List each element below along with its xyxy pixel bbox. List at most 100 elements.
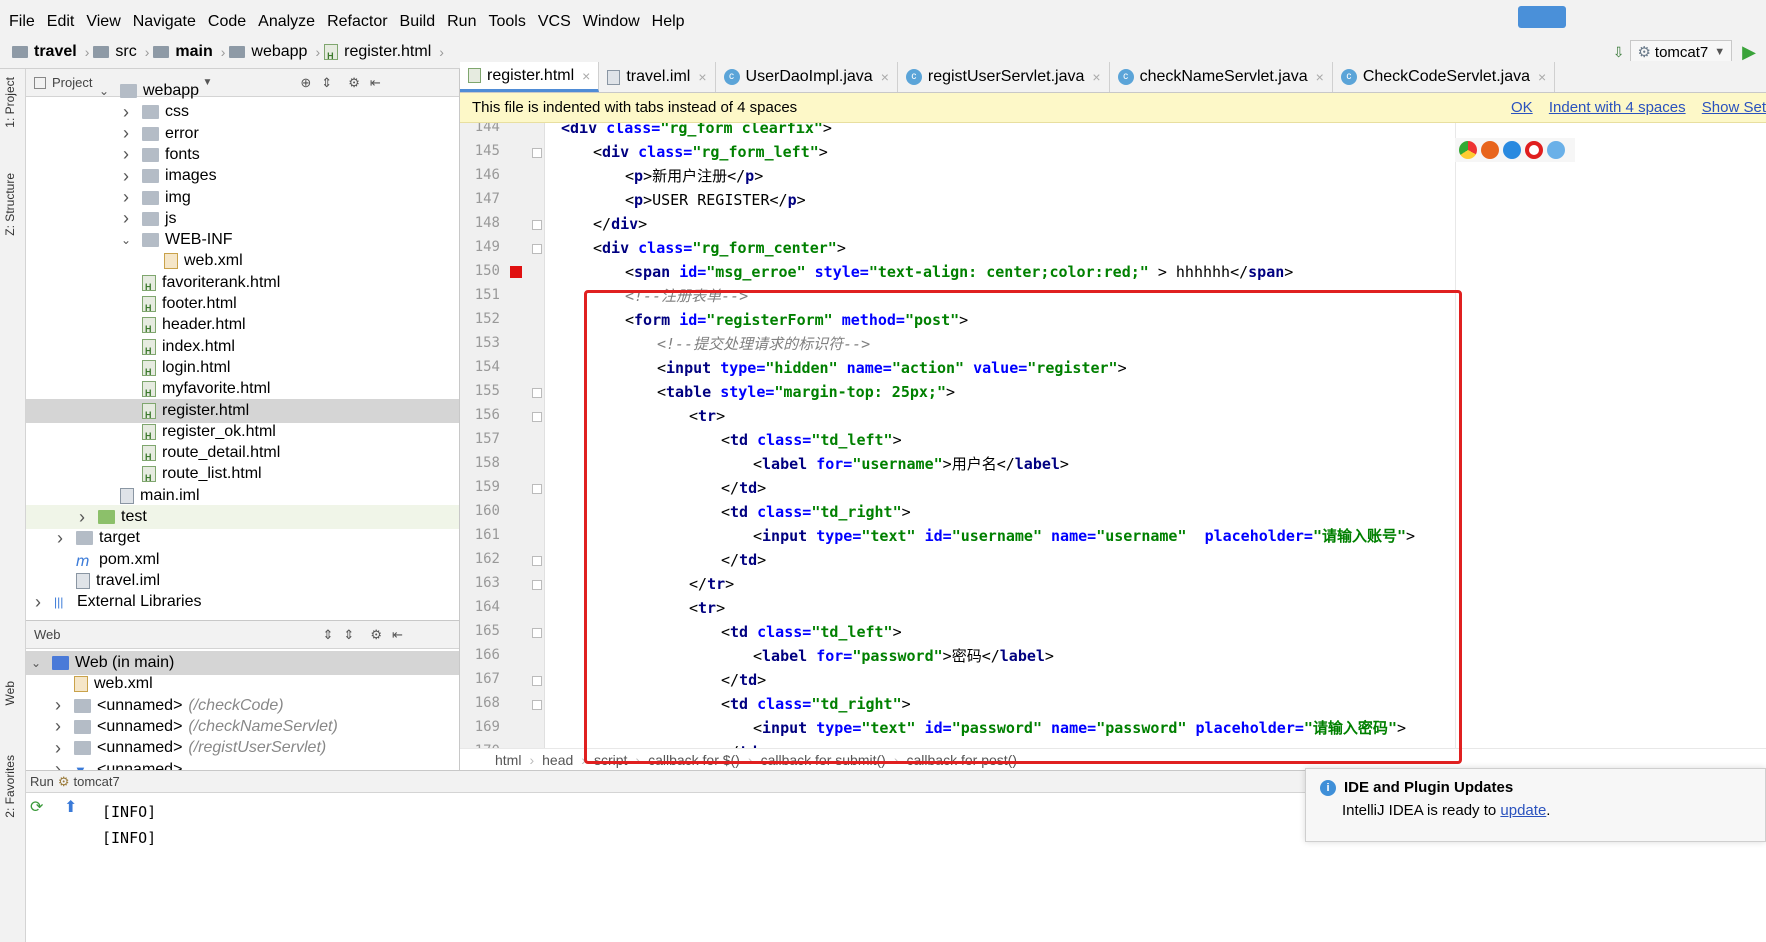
rerun-icon[interactable]: ⟳ [30, 797, 50, 817]
gear-icon[interactable]: ⚙ [370, 627, 382, 643]
fold-marker[interactable] [532, 244, 542, 254]
run-panel-label[interactable]: Run [30, 774, 54, 789]
breadcrumb-item[interactable]: webapp › [229, 43, 320, 61]
chevron-right-icon[interactable]: › [120, 208, 132, 229]
tab-favorites[interactable]: 2: Favorites [3, 755, 17, 818]
tab-userdaoimpl-java[interactable]: c UserDaoImpl.java × [716, 62, 898, 92]
code-token: label [762, 455, 817, 473]
safari-icon[interactable] [1503, 141, 1521, 159]
tab-project[interactable]: 1: Project [3, 77, 17, 128]
web-panel: Web ⇕ ⇕ ⚙ ⇤ ⌄ Web (in main) web.xml › <unnam… [26, 620, 460, 779]
breadcrumb-item[interactable]: main › [153, 43, 225, 61]
html-file-icon [324, 43, 339, 61]
fold-marker[interactable] [532, 388, 542, 398]
code-editor[interactable]: <div class="rg_form clearfix"> <div class… [545, 123, 1455, 750]
update-link[interactable]: update [1500, 802, 1546, 819]
opera-icon[interactable] [1525, 141, 1543, 159]
menu-item-view[interactable]: View [81, 13, 127, 31]
breakpoint-icon[interactable] [510, 266, 522, 278]
chevron-right-icon[interactable]: › [52, 716, 64, 737]
line-number: 166 [474, 647, 500, 663]
fold-marker[interactable] [532, 484, 542, 494]
code-breadcrumb-item[interactable]: html [495, 752, 521, 768]
chevron-right-icon[interactable]: › [120, 144, 132, 165]
notice-show-settings-link[interactable]: Show Set [1702, 99, 1766, 116]
code-token: > [757, 551, 767, 569]
breadcrumb-item[interactable]: src › [93, 43, 149, 61]
expand-icon[interactable]: ⇕ [323, 627, 334, 643]
breadcrumb-item[interactable]: register.html › [324, 43, 444, 61]
code-breadcrumb-item[interactable]: script [594, 752, 627, 768]
build-icon[interactable]: ⇩ [1613, 44, 1625, 61]
tab-checknameservlet-java[interactable]: c checkNameServlet.java × [1110, 62, 1333, 92]
menu-item-tools[interactable]: Tools [483, 13, 532, 31]
menu-item-code[interactable]: Code [203, 13, 253, 31]
cloud-sync-icon[interactable] [1518, 6, 1566, 28]
run-icon[interactable]: ▶ [1742, 42, 1756, 63]
menu-item-edit[interactable]: Edit [42, 13, 82, 31]
chrome-icon[interactable] [1459, 141, 1477, 159]
up-arrow-icon[interactable]: ⬆ [64, 797, 77, 817]
fold-marker[interactable] [532, 148, 542, 158]
chevron-right-icon[interactable]: › [120, 123, 132, 144]
chevron-right-icon[interactable]: › [120, 187, 132, 208]
web-tree-item-label: Web (in main) [75, 654, 175, 671]
tab-register-html[interactable]: register.html × [460, 62, 600, 92]
close-icon[interactable]: × [1092, 69, 1100, 85]
chevron-down-icon[interactable]: ⌄ [30, 656, 42, 670]
ie-icon[interactable] [1547, 141, 1565, 159]
menu-item-vcs[interactable]: VCS [533, 13, 578, 31]
notice-indent-link[interactable]: Indent with 4 spaces [1549, 99, 1686, 116]
breadcrumb-item[interactable]: travel › [12, 43, 89, 61]
fold-marker[interactable] [532, 220, 542, 230]
chevron-right-icon[interactable]: › [54, 528, 66, 549]
close-icon[interactable]: × [1316, 69, 1324, 85]
fold-marker[interactable] [532, 700, 542, 710]
tab-structure[interactable]: Z: Structure [3, 173, 17, 236]
menu-item-analyze[interactable]: Analyze [253, 13, 322, 31]
hide-icon[interactable]: ⇤ [392, 627, 403, 643]
menu-item-file[interactable]: File [4, 13, 42, 31]
tab-web[interactable]: Web [3, 681, 17, 705]
code-breadcrumb-item[interactable]: callback for submit() [761, 752, 886, 768]
code-breadcrumb-item[interactable]: head [542, 752, 573, 768]
chevron-right-icon[interactable]: › [76, 507, 88, 528]
chevron-right-icon[interactable]: › [120, 102, 132, 123]
tree-item-external-libraries[interactable]: › ||| External Libraries [26, 590, 459, 614]
close-icon[interactable]: × [582, 68, 590, 84]
menu-item-run[interactable]: Run [442, 13, 483, 31]
folder-icon [93, 45, 110, 58]
chevron-right-icon[interactable]: › [52, 738, 64, 759]
chevron-right-icon[interactable]: › [52, 695, 64, 716]
fold-marker[interactable] [532, 676, 542, 686]
run-panel-config[interactable]: tomcat7 [74, 774, 120, 789]
tab-registuserservlet-java[interactable]: c registUserServlet.java × [898, 62, 1110, 92]
close-icon[interactable]: × [1538, 69, 1546, 85]
menu-item-navigate[interactable]: Navigate [128, 13, 203, 31]
code-breadcrumb-item[interactable]: callback for post() [907, 752, 1017, 768]
menu-item-refactor[interactable]: Refactor [322, 13, 394, 31]
menu-item-build[interactable]: Build [395, 13, 443, 31]
tab-travel-iml[interactable]: travel.iml × [599, 62, 716, 92]
menu-item-help[interactable]: Help [647, 13, 692, 31]
fold-marker[interactable] [532, 628, 542, 638]
web-panel-title[interactable]: Web [34, 627, 61, 642]
chevron-down-icon[interactable]: ⌄ [98, 84, 110, 98]
firefox-icon[interactable] [1481, 141, 1499, 159]
code-token: > [901, 503, 911, 521]
chevron-down-icon[interactable]: ⌄ [120, 233, 132, 247]
code-token: div [602, 239, 639, 257]
fold-marker[interactable] [532, 580, 542, 590]
notice-ok-link[interactable]: OK [1511, 99, 1533, 116]
tab-checkcodeservlet-java[interactable]: c CheckCodeServlet.java × [1333, 62, 1556, 92]
chevron-right-icon[interactable]: › [120, 166, 132, 187]
menu-item-window[interactable]: Window [578, 13, 647, 31]
fold-marker[interactable] [532, 412, 542, 422]
chevron-right-icon[interactable]: › [32, 592, 44, 613]
code-breadcrumb-item[interactable]: callback for $() [648, 752, 740, 768]
code-token: class= [606, 123, 661, 137]
fold-marker[interactable] [532, 556, 542, 566]
collapse-icon[interactable]: ⇕ [343, 627, 354, 643]
close-icon[interactable]: × [881, 69, 889, 85]
close-icon[interactable]: × [698, 69, 706, 85]
